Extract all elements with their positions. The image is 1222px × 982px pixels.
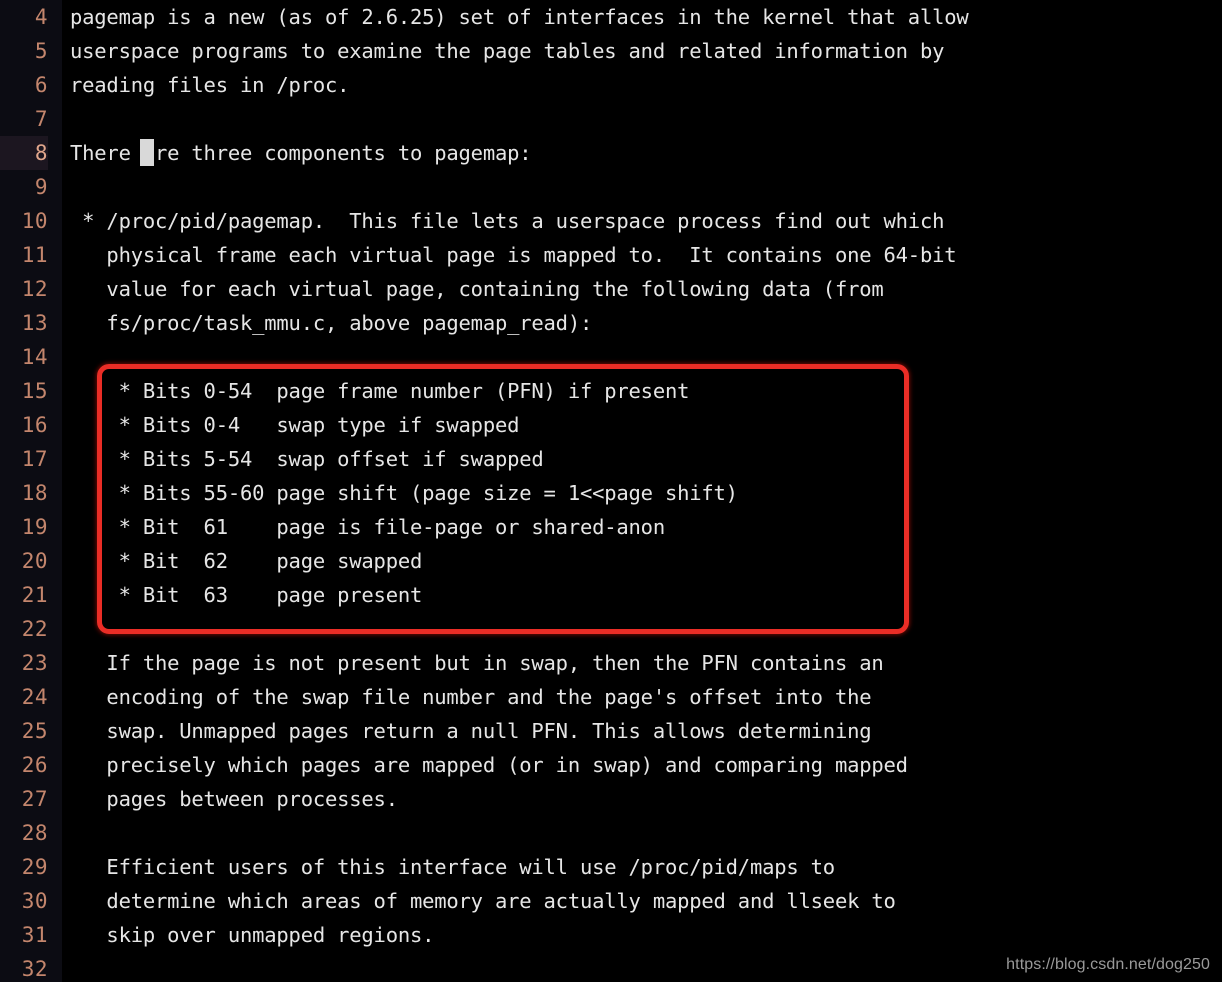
line-text: * Bit 62 page swapped bbox=[70, 549, 423, 573]
line-number: 17 bbox=[21, 447, 48, 471]
line-text: value for each virtual page, containing … bbox=[70, 277, 884, 301]
line-number: 28 bbox=[21, 821, 48, 845]
code-line[interactable]: 4 pagemap is a new (as of 2.6.25) set of … bbox=[0, 0, 1222, 34]
line-text: pages between processes. bbox=[70, 787, 398, 811]
line-number: 19 bbox=[21, 515, 48, 539]
line-text: userspace programs to examine the page t… bbox=[70, 39, 945, 63]
line-number: 24 bbox=[21, 685, 48, 709]
line-text: reading files in /proc. bbox=[70, 73, 350, 97]
code-editor-screenshot: 4 pagemap is a new (as of 2.6.25) set of … bbox=[0, 0, 1222, 982]
line-number: 7 bbox=[34, 107, 48, 131]
line-number: 22 bbox=[21, 617, 48, 641]
line-text: Efficient users of this interface will u… bbox=[70, 855, 835, 879]
line-text: skip over unmapped regions. bbox=[70, 923, 435, 947]
line-text: If the page is not present but in swap, … bbox=[70, 651, 884, 675]
line-text: pagemap is a new (as of 2.6.25) set of i… bbox=[70, 5, 969, 29]
line-text: encoding of the swap file number and the… bbox=[70, 685, 872, 709]
code-line[interactable]: 27 pages between processes. bbox=[0, 782, 1222, 816]
code-line[interactable]: 20 * Bit 62 page swapped bbox=[0, 544, 1222, 578]
line-number: 16 bbox=[21, 413, 48, 437]
code-line[interactable]: 28 bbox=[0, 816, 1222, 850]
line-number: 26 bbox=[21, 753, 48, 777]
line-number: 11 bbox=[21, 243, 48, 267]
code-line[interactable]: 18 * Bits 55-60 page shift (page size = … bbox=[0, 476, 1222, 510]
line-text: * Bits 0-4 swap type if swapped bbox=[70, 413, 520, 437]
code-line[interactable]: 22 bbox=[0, 612, 1222, 646]
code-line[interactable]: 25 swap. Unmapped pages return a null PF… bbox=[0, 714, 1222, 748]
line-text: precisely which pages are mapped (or in … bbox=[70, 753, 908, 777]
line-number: 10 bbox=[21, 209, 48, 233]
code-line[interactable]: 9 bbox=[0, 170, 1222, 204]
line-text: * Bit 63 page present bbox=[70, 583, 423, 607]
code-line[interactable]: 10 * /proc/pid/pagemap. This file lets a… bbox=[0, 204, 1222, 238]
code-editor-content[interactable]: 4 pagemap is a new (as of 2.6.25) set of … bbox=[0, 0, 1222, 982]
line-number: 12 bbox=[21, 277, 48, 301]
line-text: * /proc/pid/pagemap. This file lets a us… bbox=[70, 209, 945, 233]
line-number: 27 bbox=[21, 787, 48, 811]
code-line[interactable]: 26 precisely which pages are mapped (or … bbox=[0, 748, 1222, 782]
line-text: * Bit 61 page is file-page or shared-ano… bbox=[70, 515, 666, 539]
code-line[interactable]: 24 encoding of the swap file number and … bbox=[0, 680, 1222, 714]
line-number: 18 bbox=[21, 481, 48, 505]
code-line[interactable]: 8 There are three components to pagemap: bbox=[0, 136, 1222, 170]
line-number: 4 bbox=[34, 5, 48, 29]
code-line[interactable]: 7 bbox=[0, 102, 1222, 136]
code-line[interactable]: 13 fs/proc/task_mmu.c, above pagemap_rea… bbox=[0, 306, 1222, 340]
line-number: 13 bbox=[21, 311, 48, 335]
watermark-url: https://blog.csdn.net/dog250 bbox=[1006, 956, 1210, 973]
line-number: 15 bbox=[21, 379, 48, 403]
code-line[interactable]: 11 physical frame each virtual page is m… bbox=[0, 238, 1222, 272]
line-text: * Bits 0-54 page frame number (PFN) if p… bbox=[70, 379, 690, 403]
line-text: swap. Unmapped pages return a null PFN. … bbox=[70, 719, 872, 743]
code-line[interactable]: 12 value for each virtual page, containi… bbox=[0, 272, 1222, 306]
line-number: 25 bbox=[21, 719, 48, 743]
line-number: 8 bbox=[0, 136, 48, 170]
line-text: physical frame each virtual page is mapp… bbox=[70, 243, 957, 267]
line-number: 20 bbox=[21, 549, 48, 573]
code-line[interactable]: 17 * Bits 5-54 swap offset if swapped bbox=[0, 442, 1222, 476]
line-number: 30 bbox=[21, 889, 48, 913]
line-number: 5 bbox=[34, 39, 48, 63]
code-line[interactable]: 19 * Bit 61 page is file-page or shared-… bbox=[0, 510, 1222, 544]
line-number: 21 bbox=[21, 583, 48, 607]
code-line[interactable]: 15 * Bits 0-54 page frame number (PFN) i… bbox=[0, 374, 1222, 408]
line-number: 6 bbox=[34, 73, 48, 97]
code-line[interactable]: 6 reading files in /proc. bbox=[0, 68, 1222, 102]
line-text: fs/proc/task_mmu.c, above pagemap_read): bbox=[70, 311, 593, 335]
text-caret bbox=[140, 139, 154, 166]
code-line[interactable]: 21 * Bit 63 page present bbox=[0, 578, 1222, 612]
code-line[interactable]: 30 determine which areas of memory are a… bbox=[0, 884, 1222, 918]
line-text: * Bits 5-54 swap offset if swapped bbox=[70, 447, 544, 471]
line-number: 32 bbox=[21, 957, 48, 981]
line-number: 14 bbox=[21, 345, 48, 369]
code-line[interactable]: 31 skip over unmapped regions. bbox=[0, 918, 1222, 952]
code-line[interactable]: 5 userspace programs to examine the page … bbox=[0, 34, 1222, 68]
line-text: * Bits 55-60 page shift (page size = 1<<… bbox=[70, 481, 738, 505]
code-line[interactable]: 16 * Bits 0-4 swap type if swapped bbox=[0, 408, 1222, 442]
line-text: determine which areas of memory are actu… bbox=[70, 889, 896, 913]
line-number: 31 bbox=[21, 923, 48, 947]
code-line[interactable]: 14 bbox=[0, 340, 1222, 374]
line-number: 9 bbox=[34, 175, 48, 199]
code-line[interactable]: 29 Efficient users of this interface wil… bbox=[0, 850, 1222, 884]
code-line[interactable]: 23 If the page is not present but in swa… bbox=[0, 646, 1222, 680]
line-number: 29 bbox=[21, 855, 48, 879]
line-number: 23 bbox=[21, 651, 48, 675]
